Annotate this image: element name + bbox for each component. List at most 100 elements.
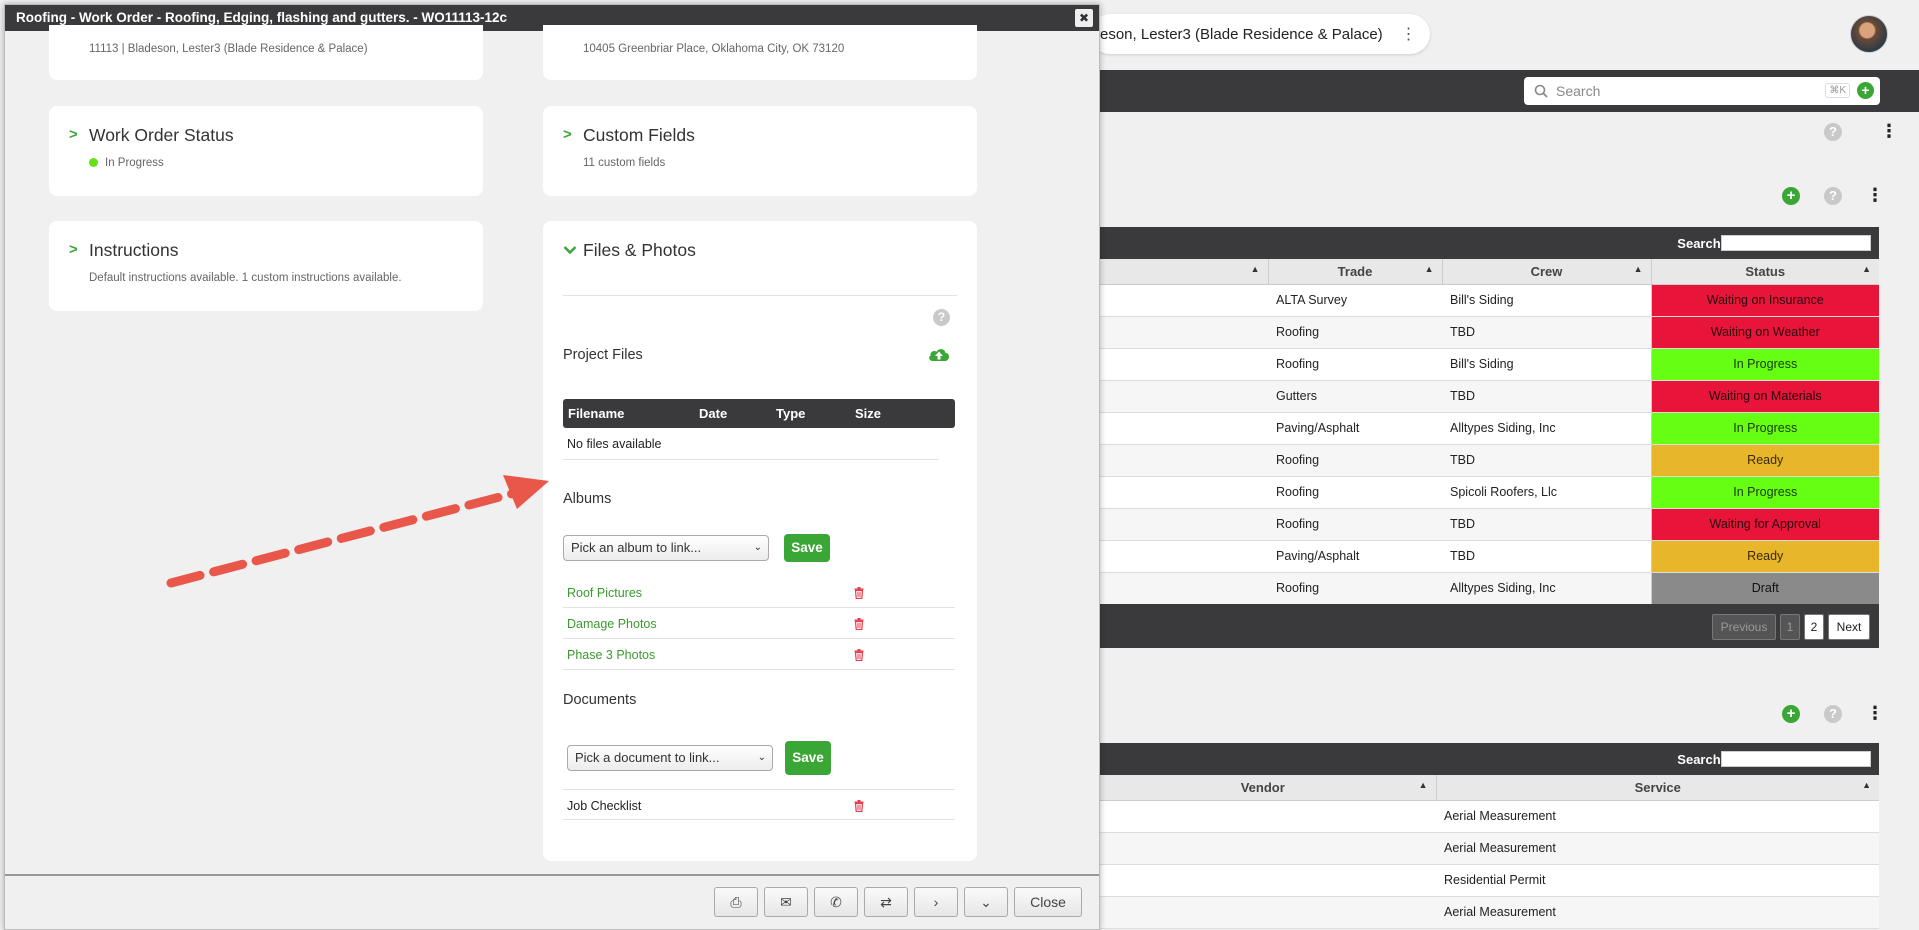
column-header-trade[interactable]: Trade ▲ — [1268, 259, 1443, 285]
job-card[interactable]: 11113 | Bladeson, Lester3 (Blade Residen… — [49, 25, 483, 80]
table-row[interactable]: Paving/Asphalt Alltypes Siding, Inc In Pro… — [1090, 412, 1879, 445]
column-header-status[interactable]: Status ▲ — [1651, 259, 1879, 285]
more-button[interactable]: ⌄ — [964, 887, 1008, 917]
user-avatar[interactable] — [1850, 15, 1888, 53]
album-select[interactable]: Pick an album to link... ⌄ — [563, 535, 769, 561]
project-files-title: Project Files — [563, 347, 643, 363]
trash-icon[interactable] — [854, 648, 864, 662]
pager-page-2[interactable]: 2 — [1804, 614, 1824, 640]
work-order-status-card[interactable]: > Work Order Status In Progress — [49, 106, 483, 196]
table-row[interactable]: Residential Permit — [1090, 864, 1879, 897]
column-header-filename[interactable]: Filename — [568, 406, 624, 421]
column-header-type[interactable]: Type — [776, 406, 805, 421]
pager-page-1[interactable]: 1 — [1780, 614, 1800, 640]
cloud-upload-icon[interactable] — [927, 345, 951, 363]
table-cell-trade: Paving/Asphalt — [1268, 412, 1442, 445]
instructions-value: Default instructions available. 1 custom… — [89, 272, 402, 284]
document-name[interactable]: Job Checklist — [567, 799, 641, 813]
column-header[interactable]: ▲ — [1090, 259, 1269, 285]
document-row: Job Checklist — [563, 789, 955, 820]
album-select-value: Pick an album to link... — [571, 540, 702, 555]
status-badge: In Progress — [1650, 476, 1879, 509]
album-link[interactable]: Damage Photos — [567, 617, 657, 631]
add-icon[interactable]: + — [1782, 187, 1800, 205]
kebab-menu-icon[interactable]: ⋮ — [1866, 704, 1884, 722]
trash-icon[interactable] — [854, 799, 864, 813]
work-order-modal: Roofing - Work Order - Roofing, Edging, … — [4, 4, 1100, 930]
trash-icon[interactable] — [854, 586, 864, 600]
close-button[interactable]: Close — [1014, 887, 1082, 917]
phone-button[interactable]: ✆ — [814, 887, 858, 917]
sort-icon: ▲ — [1862, 780, 1871, 790]
status-badge: In Progress — [1650, 412, 1879, 445]
table-row[interactable]: Aerial Measurement — [1090, 800, 1879, 833]
status-badge: Waiting on Weather — [1650, 316, 1879, 349]
table-cell — [1090, 380, 1268, 413]
table-cell — [1090, 444, 1268, 477]
custom-fields-card[interactable]: > Custom Fields 11 custom fields — [543, 106, 977, 196]
table-row[interactable]: Roofing TBD Ready — [1090, 444, 1879, 477]
document-select[interactable]: Pick a document to link... ⌄ — [567, 745, 773, 771]
help-icon[interactable]: ? — [933, 309, 950, 326]
next-button[interactable]: › — [914, 887, 958, 917]
table-row[interactable]: Roofing Spicoli Roofers, Llc In Progress — [1090, 476, 1879, 509]
email-button[interactable]: ✉ — [764, 887, 808, 917]
print-button[interactable]: ⎙ — [714, 887, 758, 917]
kebab-menu-icon[interactable]: ⋮ — [1866, 186, 1884, 204]
modal-close-icon[interactable]: ✖ — [1075, 9, 1093, 27]
column-header-size[interactable]: Size — [855, 406, 881, 421]
album-link[interactable]: Phase 3 Photos — [567, 648, 655, 662]
custom-fields-title: Custom Fields — [583, 125, 695, 145]
help-icon[interactable]: ? — [1824, 187, 1842, 205]
chevron-down-icon[interactable] — [563, 245, 577, 255]
table-row[interactable]: Roofing TBD Waiting on Weather — [1090, 316, 1879, 349]
table-cell-crew: TBD — [1442, 444, 1651, 477]
table-row[interactable]: Aerial Measurement — [1090, 832, 1879, 865]
breadcrumb-kebab-icon[interactable]: ⋮ — [1401, 24, 1417, 44]
address-card[interactable]: 10405 Greenbriar Place, Oklahoma City, O… — [543, 25, 977, 80]
table1-search-bar: Search: — [1090, 227, 1879, 259]
table-cell-crew: TBD — [1442, 540, 1651, 573]
table-row[interactable]: Roofing TBD Waiting for Approval — [1090, 508, 1879, 541]
transfer-button[interactable]: ⇄ — [864, 887, 908, 917]
table-row[interactable]: Roofing Alltypes Siding, Inc Draft — [1090, 572, 1879, 605]
breadcrumb-pill[interactable]: eson, Lester3 (Blade Residence & Palace)… — [1090, 14, 1430, 54]
table-row[interactable]: Roofing Bill's Siding In Progress — [1090, 348, 1879, 381]
sort-icon: ▲ — [1862, 264, 1871, 274]
column-header-vendor[interactable]: Vendor ▲ — [1090, 775, 1437, 801]
table2-search-label: Search: — [1677, 752, 1725, 767]
instructions-card[interactable]: > Instructions Default instructions avai… — [49, 221, 483, 311]
breadcrumb-text: eson, Lester3 (Blade Residence & Palace) — [1100, 25, 1383, 43]
column-header-crew[interactable]: Crew ▲ — [1442, 259, 1652, 285]
pager-next-button[interactable]: Next — [1828, 614, 1870, 640]
help-icon[interactable]: ? — [1824, 123, 1842, 141]
add-icon[interactable]: + — [1782, 705, 1800, 723]
column-header-service[interactable]: Service ▲ — [1436, 775, 1879, 801]
quick-add-icon[interactable]: + — [1857, 82, 1874, 99]
table-row[interactable]: Paving/Asphalt TBD Ready — [1090, 540, 1879, 573]
table-row[interactable]: Aerial Measurement — [1090, 896, 1879, 929]
table-row[interactable]: ALTA Survey Bill's Siding Waiting on Insur… — [1090, 284, 1879, 317]
table-cell-crew: Alltypes Siding, Inc — [1442, 412, 1651, 445]
modal-title: Roofing - Work Order - Roofing, Edging, … — [16, 10, 508, 25]
pager-previous-button[interactable]: Previous — [1712, 614, 1776, 640]
kebab-menu-icon[interactable]: ⋮ — [1880, 122, 1898, 140]
help-icon[interactable]: ? — [1824, 705, 1842, 723]
album-link[interactable]: Roof Pictures — [567, 586, 642, 600]
table-cell-crew: TBD — [1442, 380, 1651, 413]
album-save-button[interactable]: Save — [784, 534, 830, 562]
table1-search-input[interactable] — [1721, 235, 1871, 251]
table-cell-vendor — [1090, 800, 1436, 833]
trash-icon[interactable] — [854, 617, 864, 631]
table2-search-input[interactable] — [1721, 751, 1871, 767]
global-search-input[interactable]: Search ⌘K + — [1524, 77, 1880, 105]
status-badge: Waiting for Approval — [1650, 508, 1879, 541]
table-row[interactable]: Gutters TBD Waiting on Materials — [1090, 380, 1879, 413]
column-header-date[interactable]: Date — [699, 406, 727, 421]
album-row: Phase 3 Photos — [563, 639, 955, 670]
table-cell-trade: Roofing — [1268, 476, 1442, 509]
table-cell — [1090, 476, 1268, 509]
document-save-button[interactable]: Save — [785, 741, 831, 775]
table2-search-bar: Search: — [1090, 743, 1879, 775]
table-cell-crew: Spicoli Roofers, Llc — [1442, 476, 1651, 509]
